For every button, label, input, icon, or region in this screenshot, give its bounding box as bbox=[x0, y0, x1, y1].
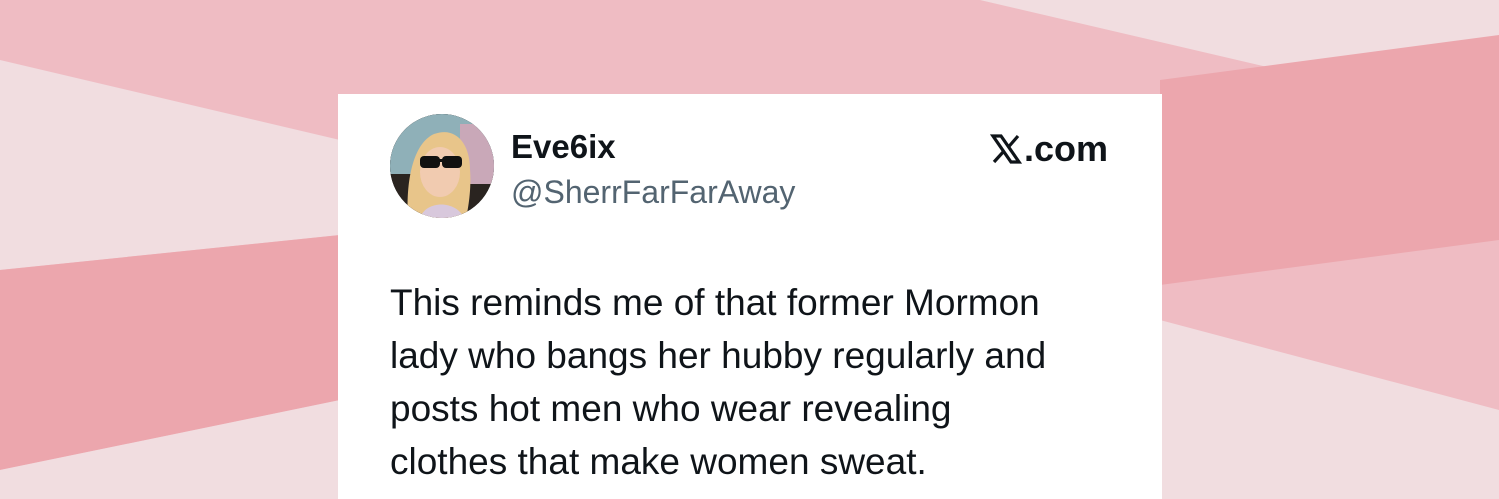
tweet-text-line: clothes that make women sweat. bbox=[390, 441, 927, 482]
x-logo-icon bbox=[989, 133, 1022, 165]
tweet-card: Eve6ix @SherrFarFarAway .com This remind… bbox=[338, 94, 1162, 499]
avatar[interactable] bbox=[390, 114, 494, 218]
share-image-canvas: Eve6ix @SherrFarFarAway .com This remind… bbox=[0, 0, 1499, 499]
tweet-text-line: This reminds me of that former Mormon bbox=[390, 282, 1040, 323]
profile-photo-avatar bbox=[390, 114, 494, 218]
tweet-text-line: posts hot men who wear revealing bbox=[390, 388, 952, 429]
tweet-text: This reminds me of that former Mormon la… bbox=[390, 276, 1130, 488]
user-handle[interactable]: @SherrFarFarAway bbox=[511, 172, 795, 212]
brand-suffix: .com bbox=[1023, 128, 1108, 169]
x-brand-mark: .com bbox=[989, 128, 1108, 169]
tweet-text-line: lady who bangs her hubby regularly and bbox=[390, 335, 1047, 376]
display-name[interactable]: Eve6ix bbox=[511, 127, 616, 167]
